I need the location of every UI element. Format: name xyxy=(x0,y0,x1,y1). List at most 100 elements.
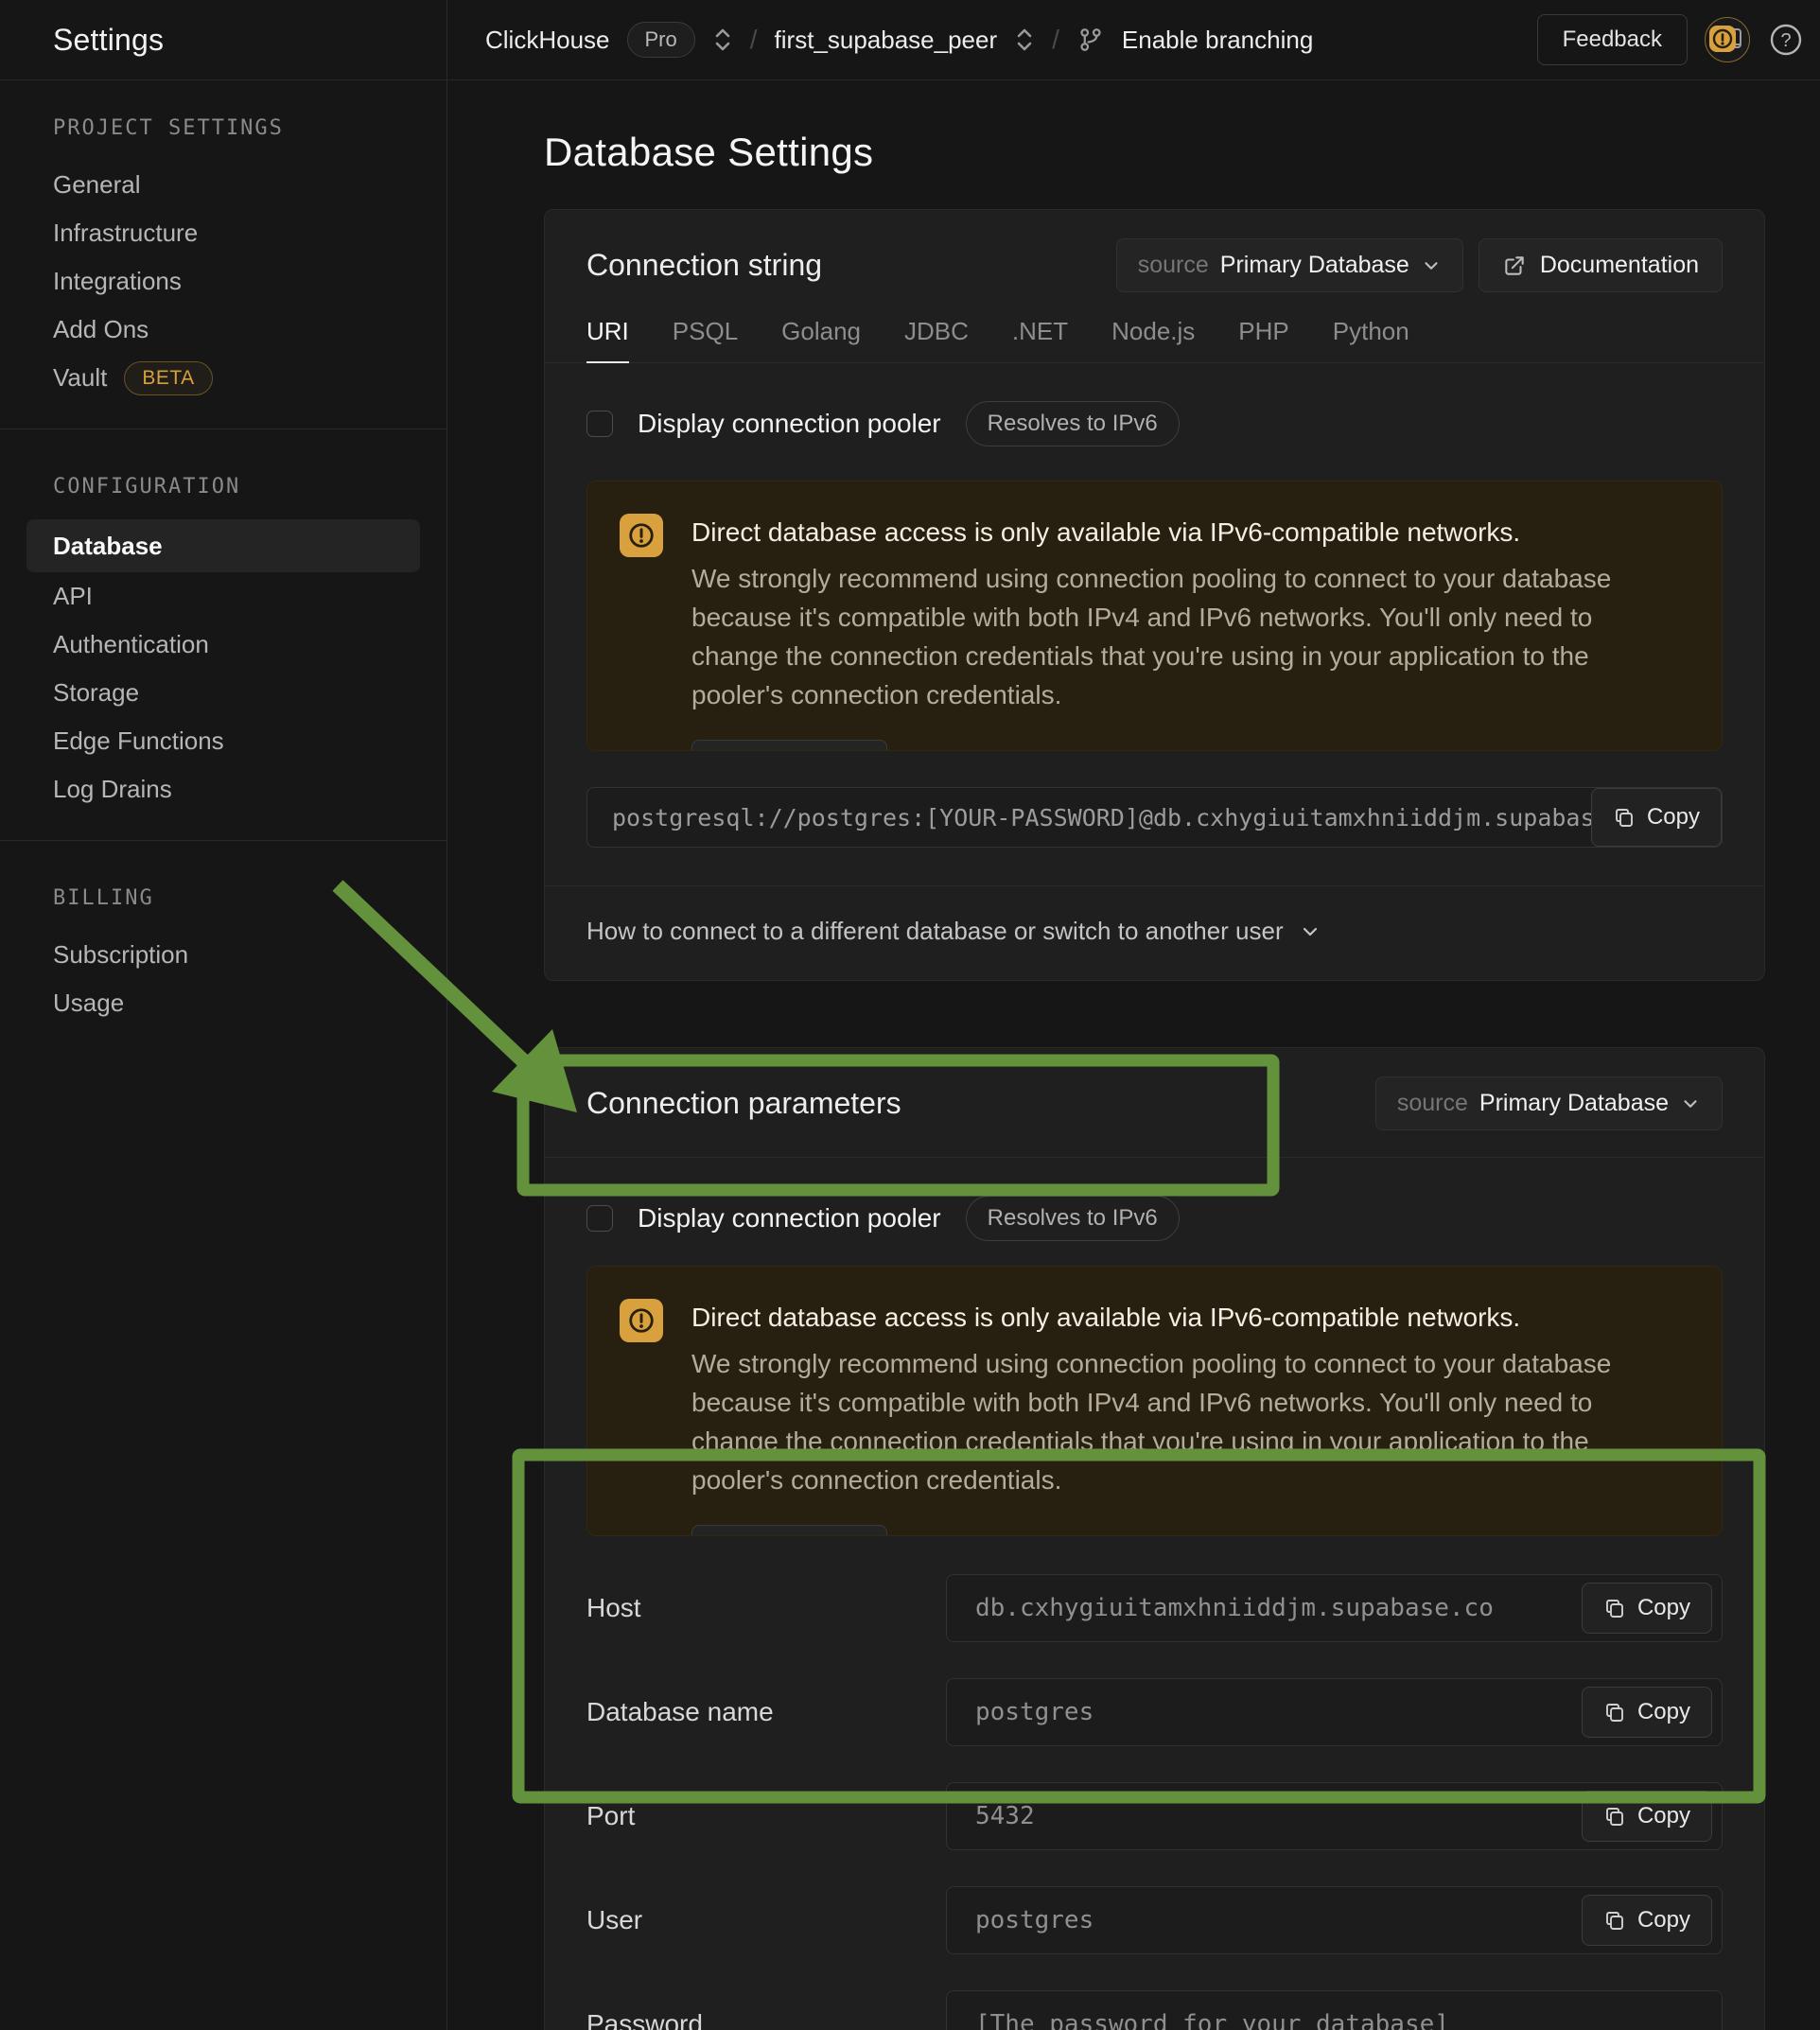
tab-golang[interactable]: Golang xyxy=(781,317,861,362)
connection-string-footer[interactable]: How to connect to a different database o… xyxy=(545,885,1764,980)
tab-python[interactable]: Python xyxy=(1333,317,1409,362)
warning-title: Direct database access is only available… xyxy=(691,517,1686,548)
learn-more-button[interactable]: Learn more xyxy=(691,740,887,751)
sidebar-item-label: Vault xyxy=(53,363,107,393)
sidebar-item-integrations[interactable]: Integrations xyxy=(0,257,446,306)
display-connection-pooler-checkbox[interactable] xyxy=(586,411,613,437)
sidebar-item-general[interactable]: General xyxy=(0,161,446,209)
warning-icon xyxy=(620,514,663,557)
tab-dotnet[interactable]: .NET xyxy=(1012,317,1068,362)
param-label: User xyxy=(586,1905,946,1935)
svg-text:?: ? xyxy=(1780,30,1791,51)
copy-user-button[interactable]: Copy xyxy=(1582,1895,1712,1946)
notifications-button[interactable] xyxy=(1705,17,1750,62)
help-button[interactable]: ? xyxy=(1767,21,1805,59)
documentation-button[interactable]: Documentation xyxy=(1479,238,1723,292)
sidebar-nav: PROJECT SETTINGS General Infrastructure … xyxy=(0,80,447,2030)
tab-uri[interactable]: URI xyxy=(586,317,629,363)
sidebar-item-storage[interactable]: Storage xyxy=(0,669,446,717)
breadcrumb-project[interactable]: first_supabase_peer xyxy=(775,26,998,55)
org-select-chevrons-icon[interactable] xyxy=(712,26,733,54)
warning-title: Direct database access is only available… xyxy=(691,1303,1686,1333)
sidebar-header: Settings xyxy=(0,0,447,80)
pooler-row: Display connection pooler Resolves to IP… xyxy=(586,1194,1723,1243)
enable-branching-button[interactable]: Enable branching xyxy=(1122,26,1313,55)
breadcrumb-separator: / xyxy=(750,25,758,55)
sidebar-item-log-drains[interactable]: Log Drains xyxy=(0,765,446,814)
section-label: PROJECT SETTINGS xyxy=(0,116,446,140)
user-value: postgres xyxy=(975,1906,1094,1934)
password-field[interactable] xyxy=(946,1990,1723,2030)
param-row-password: Password xyxy=(586,1990,1723,2030)
copy-icon xyxy=(1603,1597,1626,1619)
source-label: source xyxy=(1397,1090,1468,1117)
sidebar-item-subscription[interactable]: Subscription xyxy=(0,931,446,979)
connection-parameters-body: Display connection pooler Resolves to IP… xyxy=(545,1158,1764,2030)
copy-host-button[interactable]: Copy xyxy=(1582,1583,1712,1634)
copy-label: Copy xyxy=(1637,1595,1690,1621)
tab-nodejs[interactable]: Node.js xyxy=(1111,317,1195,362)
port-value: 5432 xyxy=(975,1802,1035,1830)
copy-port-button[interactable]: Copy xyxy=(1582,1791,1712,1842)
source-value: Primary Database xyxy=(1220,252,1409,279)
breadcrumb-org[interactable]: ClickHouse xyxy=(485,26,610,55)
tab-jdbc[interactable]: JDBC xyxy=(904,317,969,362)
copy-label: Copy xyxy=(1647,804,1700,831)
card-title: Connection string xyxy=(586,248,822,283)
sidebar-item-usage[interactable]: Usage xyxy=(0,979,446,1027)
copy-icon xyxy=(1613,806,1636,829)
sidebar-item-vault[interactable]: Vault BETA xyxy=(0,354,446,402)
source-select[interactable]: source Primary Database xyxy=(1375,1076,1723,1130)
param-row-host: Host db.cxhygiuitamxhniiddjm.supabase.co… xyxy=(586,1574,1723,1642)
resolves-to-ipv6-badge: Resolves to IPv6 xyxy=(966,1196,1180,1241)
copy-database-name-button[interactable]: Copy xyxy=(1582,1687,1712,1738)
card-title: Connection parameters xyxy=(586,1086,901,1121)
sidebar-item-database[interactable]: Database xyxy=(26,519,420,572)
project-select-chevrons-icon[interactable] xyxy=(1014,26,1035,54)
connection-string-card: Connection string source Primary Databas… xyxy=(544,209,1765,981)
header-actions: source Primary Database xyxy=(1375,1076,1723,1130)
sidebar-item-edge-functions[interactable]: Edge Functions xyxy=(0,717,446,765)
feedback-button[interactable]: Feedback xyxy=(1537,14,1688,65)
copy-uri-button[interactable]: Copy xyxy=(1591,788,1722,847)
main-content: Database Settings Connection string sour… xyxy=(447,80,1820,2030)
param-label: Database name xyxy=(586,1697,946,1727)
sidebar-item-authentication[interactable]: Authentication xyxy=(0,621,446,669)
connection-parameters-header: Connection parameters source Primary Dat… xyxy=(545,1048,1764,1158)
external-link-icon xyxy=(1502,254,1527,278)
sidebar-section-project-settings: PROJECT SETTINGS General Infrastructure … xyxy=(0,116,446,429)
copy-label: Copy xyxy=(1637,1907,1690,1934)
learn-more-button[interactable]: Learn more xyxy=(691,1525,887,1536)
beta-badge: BETA xyxy=(124,361,212,395)
copy-label: Copy xyxy=(1637,1699,1690,1725)
copy-label: Copy xyxy=(1637,1803,1690,1829)
password-input[interactable] xyxy=(975,2010,1693,2030)
tab-php[interactable]: PHP xyxy=(1238,317,1288,362)
display-connection-pooler-checkbox[interactable] xyxy=(586,1205,613,1232)
connection-parameters-card: Connection parameters source Primary Dat… xyxy=(544,1047,1765,2030)
chevron-down-icon xyxy=(1680,1094,1701,1114)
pooler-label: Display connection pooler xyxy=(638,409,941,439)
sidebar-item-infrastructure[interactable]: Infrastructure xyxy=(0,209,446,257)
tab-psql[interactable]: PSQL xyxy=(673,317,738,362)
port-field[interactable]: 5432 Copy xyxy=(946,1782,1723,1850)
database-name-field[interactable]: postgres Copy xyxy=(946,1678,1723,1746)
notification-warning-icon xyxy=(1707,24,1747,56)
connection-uri-value: postgresql://postgres:[YOUR-PASSWORD]@db… xyxy=(612,804,1723,831)
sidebar-item-api[interactable]: API xyxy=(0,572,446,621)
param-row-database-name: Database name postgres Copy xyxy=(586,1678,1723,1746)
sidebar-section-billing: BILLING Subscription Usage xyxy=(0,840,446,1054)
chevron-down-icon xyxy=(1421,255,1442,276)
footer-expander-label: How to connect to a different database o… xyxy=(586,917,1284,946)
source-select[interactable]: source Primary Database xyxy=(1116,238,1463,292)
host-field[interactable]: db.cxhygiuitamxhniiddjm.supabase.co Copy xyxy=(946,1574,1723,1642)
connection-uri-box[interactable]: postgresql://postgres:[YOUR-PASSWORD]@db… xyxy=(586,787,1723,848)
chevron-down-icon xyxy=(1299,920,1321,943)
connection-string-tabs: URI PSQL Golang JDBC .NET Node.js PHP Py… xyxy=(545,317,1764,363)
param-row-user: User postgres Copy xyxy=(586,1886,1723,1954)
param-row-port: Port 5432 Copy xyxy=(586,1782,1723,1850)
connection-string-header: Connection string source Primary Databas… xyxy=(545,210,1764,292)
sidebar-item-add-ons[interactable]: Add Ons xyxy=(0,306,446,354)
settings-app: Settings ClickHouse Pro / first_supabase… xyxy=(0,0,1820,2030)
user-field[interactable]: postgres Copy xyxy=(946,1886,1723,1954)
